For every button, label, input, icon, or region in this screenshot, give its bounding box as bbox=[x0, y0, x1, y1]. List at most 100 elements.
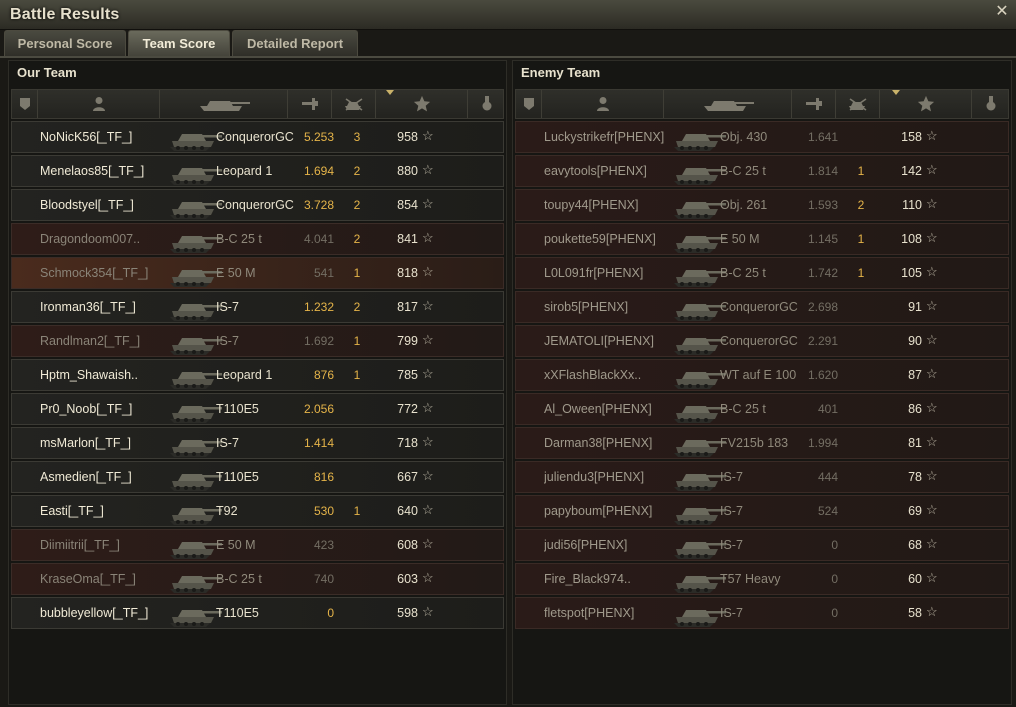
star-icon: ☆ bbox=[926, 604, 938, 619]
player-icon[interactable] bbox=[542, 90, 664, 118]
xp-value: 142 bbox=[901, 164, 922, 178]
player-row[interactable]: Hptm_Shawaish.. Leopard 1 876 1 785 ☆ bbox=[11, 359, 504, 391]
star-icon: ☆ bbox=[422, 604, 434, 619]
kills-icon[interactable] bbox=[332, 90, 376, 118]
star-icon: ☆ bbox=[926, 468, 938, 483]
damage-value: 1.620 bbox=[807, 368, 838, 382]
player-row[interactable]: Ironman36[_TF_] IS-7 1.232 2 817 ☆ bbox=[11, 291, 504, 323]
medal-icon[interactable] bbox=[468, 90, 505, 118]
player-row[interactable]: Easti[_TF_] T92 530 1 640 ☆ bbox=[11, 495, 504, 527]
xp-value: 86 bbox=[908, 402, 922, 416]
star-icon: ☆ bbox=[926, 366, 938, 381]
player-name: Diimiitrii[_TF_] bbox=[40, 538, 120, 552]
kills-value: 1 bbox=[353, 368, 361, 382]
vehicle-name: T92 bbox=[216, 504, 238, 518]
player-name: Menelaos85[_TF_] bbox=[40, 164, 145, 178]
kills-value: 1 bbox=[353, 266, 361, 280]
enemy-team-title: Enemy Team bbox=[521, 65, 601, 80]
damage-value: 1.414 bbox=[303, 436, 334, 450]
star-icon: ☆ bbox=[926, 502, 938, 517]
damage-icon[interactable] bbox=[792, 90, 836, 118]
star-icon: ☆ bbox=[422, 536, 434, 551]
damage-value: 1.232 bbox=[303, 300, 334, 314]
player-row[interactable]: judi56[PHENX] IS-7 0 68 ☆ bbox=[515, 529, 1009, 561]
medal-icon[interactable] bbox=[972, 90, 1010, 118]
damage-value: 3.728 bbox=[303, 198, 334, 212]
vehicle-name: WT auf E 100 bbox=[720, 368, 797, 382]
star-icon: ☆ bbox=[422, 264, 434, 279]
xp-value: 608 bbox=[397, 538, 418, 552]
player-name: Randlman2[_TF_] bbox=[40, 334, 141, 348]
star-icon: ☆ bbox=[926, 332, 938, 347]
damage-value: 1.641 bbox=[807, 130, 838, 144]
xp-value: 78 bbox=[908, 470, 922, 484]
player-row[interactable]: fletspot[PHENX] IS-7 0 58 ☆ bbox=[515, 597, 1009, 629]
star-icon: ☆ bbox=[926, 196, 938, 211]
player-row[interactable]: Diimiitrii[_TF_] E 50 M 423 608 ☆ bbox=[11, 529, 504, 561]
player-row[interactable]: Asmedien[_TF_] T110E5 816 667 ☆ bbox=[11, 461, 504, 493]
tank-icon[interactable] bbox=[664, 90, 792, 118]
player-row[interactable]: JEMATOLI[PHENX] ConquerorGC 2.291 90 ☆ bbox=[515, 325, 1009, 357]
xp-value: 603 bbox=[397, 572, 418, 586]
squad-icon[interactable] bbox=[516, 90, 542, 118]
player-name: judi56[PHENX] bbox=[544, 538, 628, 552]
player-row[interactable]: Al_Oween[PHENX] B-C 25 t 401 86 ☆ bbox=[515, 393, 1009, 425]
player-row[interactable]: Darman38[PHENX] FV215b 183 1.994 81 ☆ bbox=[515, 427, 1009, 459]
star-icon: ☆ bbox=[926, 570, 938, 585]
tab-team-score[interactable]: Team Score bbox=[128, 30, 230, 56]
player-name: NoNicK56[_TF_] bbox=[40, 130, 133, 144]
player-row[interactable]: Dragondoom007.. B-C 25 t 4.041 2 841 ☆ bbox=[11, 223, 504, 255]
damage-icon[interactable] bbox=[288, 90, 332, 118]
close-icon[interactable]: ✕ bbox=[994, 4, 1010, 20]
player-row[interactable]: xXFlashBlackXx.. WT auf E 100 1.620 87 ☆ bbox=[515, 359, 1009, 391]
kills-value: 3 bbox=[353, 130, 361, 144]
player-row[interactable]: L0L091fr[PHENX] B-C 25 t 1.742 1 105 ☆ bbox=[515, 257, 1009, 289]
xp-star-icon[interactable] bbox=[376, 90, 468, 118]
squad-icon[interactable] bbox=[12, 90, 38, 118]
player-name: sirob5[PHENX] bbox=[544, 300, 629, 314]
player-name: Dragondoom007.. bbox=[40, 232, 141, 246]
xp-value: 58 bbox=[908, 606, 922, 620]
vehicle-name: T57 Heavy bbox=[720, 572, 781, 586]
xp-value: 68 bbox=[908, 538, 922, 552]
star-icon: ☆ bbox=[422, 570, 434, 585]
player-row[interactable]: sirob5[PHENX] ConquerorGC 2.698 91 ☆ bbox=[515, 291, 1009, 323]
tab-personal-score[interactable]: Personal Score bbox=[4, 30, 126, 56]
player-row[interactable]: Menelaos85[_TF_] Leopard 1 1.694 2 880 ☆ bbox=[11, 155, 504, 187]
kills-icon[interactable] bbox=[836, 90, 880, 118]
star-icon: ☆ bbox=[422, 332, 434, 347]
damage-value: 0 bbox=[831, 572, 838, 586]
player-row[interactable]: Bloodstyel[_TF_] ConquerorGC 3.728 2 854… bbox=[11, 189, 504, 221]
player-row[interactable]: poukette59[PHENX] E 50 M 1.145 1 108 ☆ bbox=[515, 223, 1009, 255]
player-row[interactable]: papyboum[PHENX] IS-7 524 69 ☆ bbox=[515, 495, 1009, 527]
player-icon[interactable] bbox=[38, 90, 160, 118]
player-row[interactable]: Luckystrikefr[PHENX] Obj. 430 1.641 158 … bbox=[515, 121, 1009, 153]
star-icon: ☆ bbox=[422, 366, 434, 381]
xp-star-icon[interactable] bbox=[880, 90, 972, 118]
tank-icon[interactable] bbox=[160, 90, 288, 118]
star-icon: ☆ bbox=[926, 162, 938, 177]
player-row[interactable]: NoNicK56[_TF_] ConquerorGC 5.253 3 958 ☆ bbox=[11, 121, 504, 153]
our-team-header bbox=[11, 89, 504, 119]
player-row[interactable]: KraseOma[_TF_] B-C 25 t 740 603 ☆ bbox=[11, 563, 504, 595]
player-row[interactable]: Randlman2[_TF_] IS-7 1.692 1 799 ☆ bbox=[11, 325, 504, 357]
star-icon: ☆ bbox=[422, 196, 434, 211]
xp-value: 640 bbox=[397, 504, 418, 518]
vehicle-name: FV215b 183 bbox=[720, 436, 789, 450]
player-row[interactable]: Pr0_Noob[_TF_] T110E5 2.056 772 ☆ bbox=[11, 393, 504, 425]
damage-value: 876 bbox=[313, 368, 334, 382]
player-row[interactable]: eavytools[PHENX] B-C 25 t 1.814 1 142 ☆ bbox=[515, 155, 1009, 187]
player-row[interactable]: msMarlon[_TF_] IS-7 1.414 718 ☆ bbox=[11, 427, 504, 459]
player-row[interactable]: Schmock354[_TF_] E 50 M 541 1 818 ☆ bbox=[11, 257, 504, 289]
player-row[interactable]: bubbleyellow[_TF_] T110E5 0 598 ☆ bbox=[11, 597, 504, 629]
vehicle-name: B-C 25 t bbox=[216, 572, 262, 586]
damage-value: 1.742 bbox=[807, 266, 838, 280]
vehicle-name: IS-7 bbox=[216, 436, 239, 450]
kills-value: 1 bbox=[857, 266, 865, 280]
star-icon: ☆ bbox=[422, 468, 434, 483]
tab-detailed-report[interactable]: Detailed Report bbox=[232, 30, 358, 56]
player-row[interactable]: toupy44[PHENX] Obj. 261 1.593 2 110 ☆ bbox=[515, 189, 1009, 221]
damage-value: 1.593 bbox=[807, 198, 838, 212]
player-row[interactable]: juliendu3[PHENX] IS-7 444 78 ☆ bbox=[515, 461, 1009, 493]
player-row[interactable]: Fire_Black974.. T57 Heavy 0 60 ☆ bbox=[515, 563, 1009, 595]
